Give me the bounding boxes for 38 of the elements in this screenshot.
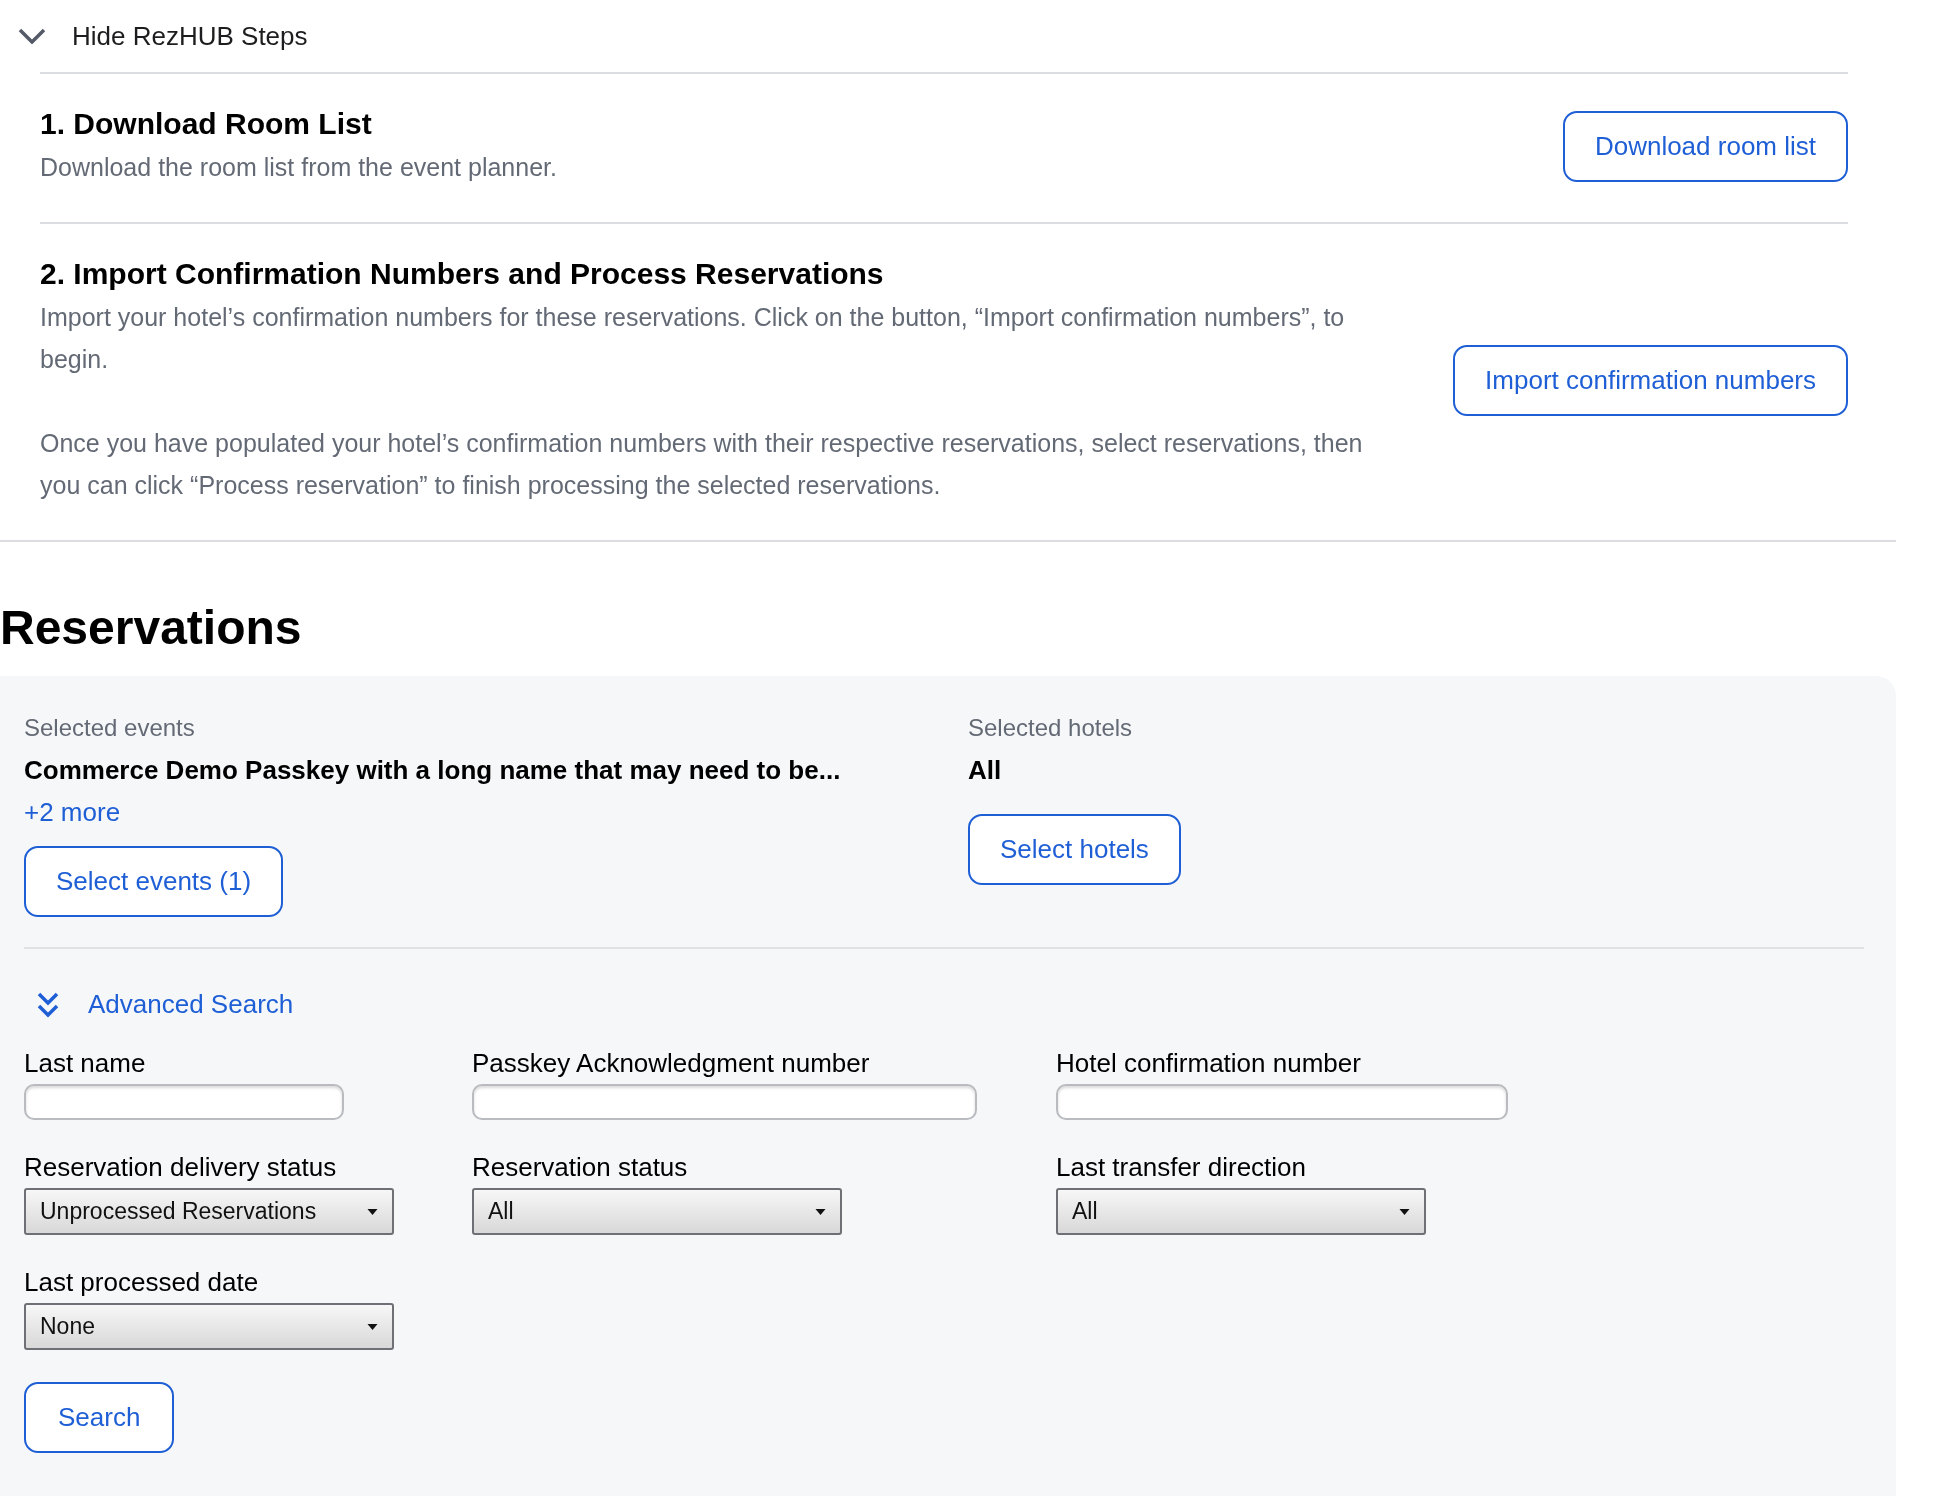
step-button[interactable]: Import confirmation numbers [1453, 344, 1848, 416]
dropdown-select[interactable]: Unprocessed Reservations [24, 1188, 394, 1235]
dropdown-select[interactable]: All [472, 1188, 842, 1235]
step-title: 1. Download Room List [40, 106, 373, 142]
double-chevron-icon[interactable] [36, 990, 60, 1019]
step-title: 2. Import Confirmation Numbers and Process Reservations [40, 256, 885, 292]
selection-label: Selected hotels [968, 713, 1133, 743]
caret-icon [367, 1208, 378, 1215]
search-button[interactable]: Search [24, 1382, 175, 1453]
dropdown-select[interactable]: All [1056, 1188, 1426, 1235]
field-label: Last name [24, 1047, 146, 1080]
select-hotels-button[interactable]: Select hotels [968, 814, 1181, 885]
text-input[interactable] [1056, 1084, 1508, 1120]
step-description: Import your hotel’s confirmation numbers for these reservations. Click on the button, “Import confirmation numbers”, to begin. [40, 302, 1346, 375]
selection-label: Selected events [24, 713, 195, 743]
dropdown-select[interactable]: None [24, 1303, 394, 1350]
field-label: Reservation status [472, 1151, 688, 1184]
advanced-search-link[interactable]: Advanced Search [88, 985, 294, 1024]
section-title: Reservations [0, 600, 303, 656]
caret-icon [1399, 1208, 1410, 1215]
step-button[interactable]: Download room list [1562, 110, 1848, 182]
text-input[interactable] [472, 1084, 977, 1120]
field-label: Hotel confirmation number [1056, 1047, 1361, 1080]
field-label: Passkey Acknowledgment number [472, 1047, 870, 1080]
selection-value: All [968, 754, 1002, 787]
caret-icon [815, 1208, 826, 1215]
chevron-icon[interactable] [18, 28, 46, 44]
step-description: Once you have populated your hotel’s confirmation numbers with their respective reservations, select reservations, then you can click “Process reservation” to finish processing the selected reservations. [40, 428, 1364, 501]
select-events-button[interactable]: Select events (1) [24, 846, 284, 917]
more-link[interactable]: +2 more [24, 794, 121, 830]
field-label: Last processed date [24, 1266, 259, 1299]
step-description: Download the room list from the event planner. [40, 152, 558, 183]
text-input[interactable] [24, 1084, 344, 1120]
selection-value: Commerce Demo Passkey with a long name that may need to be... [24, 754, 841, 787]
field-label: Reservation delivery status [24, 1151, 337, 1184]
caret-icon [367, 1323, 378, 1330]
steps-toggle-link[interactable]: Hide RezHUB Steps [72, 16, 308, 56]
field-label: Last transfer direction [1056, 1151, 1306, 1184]
